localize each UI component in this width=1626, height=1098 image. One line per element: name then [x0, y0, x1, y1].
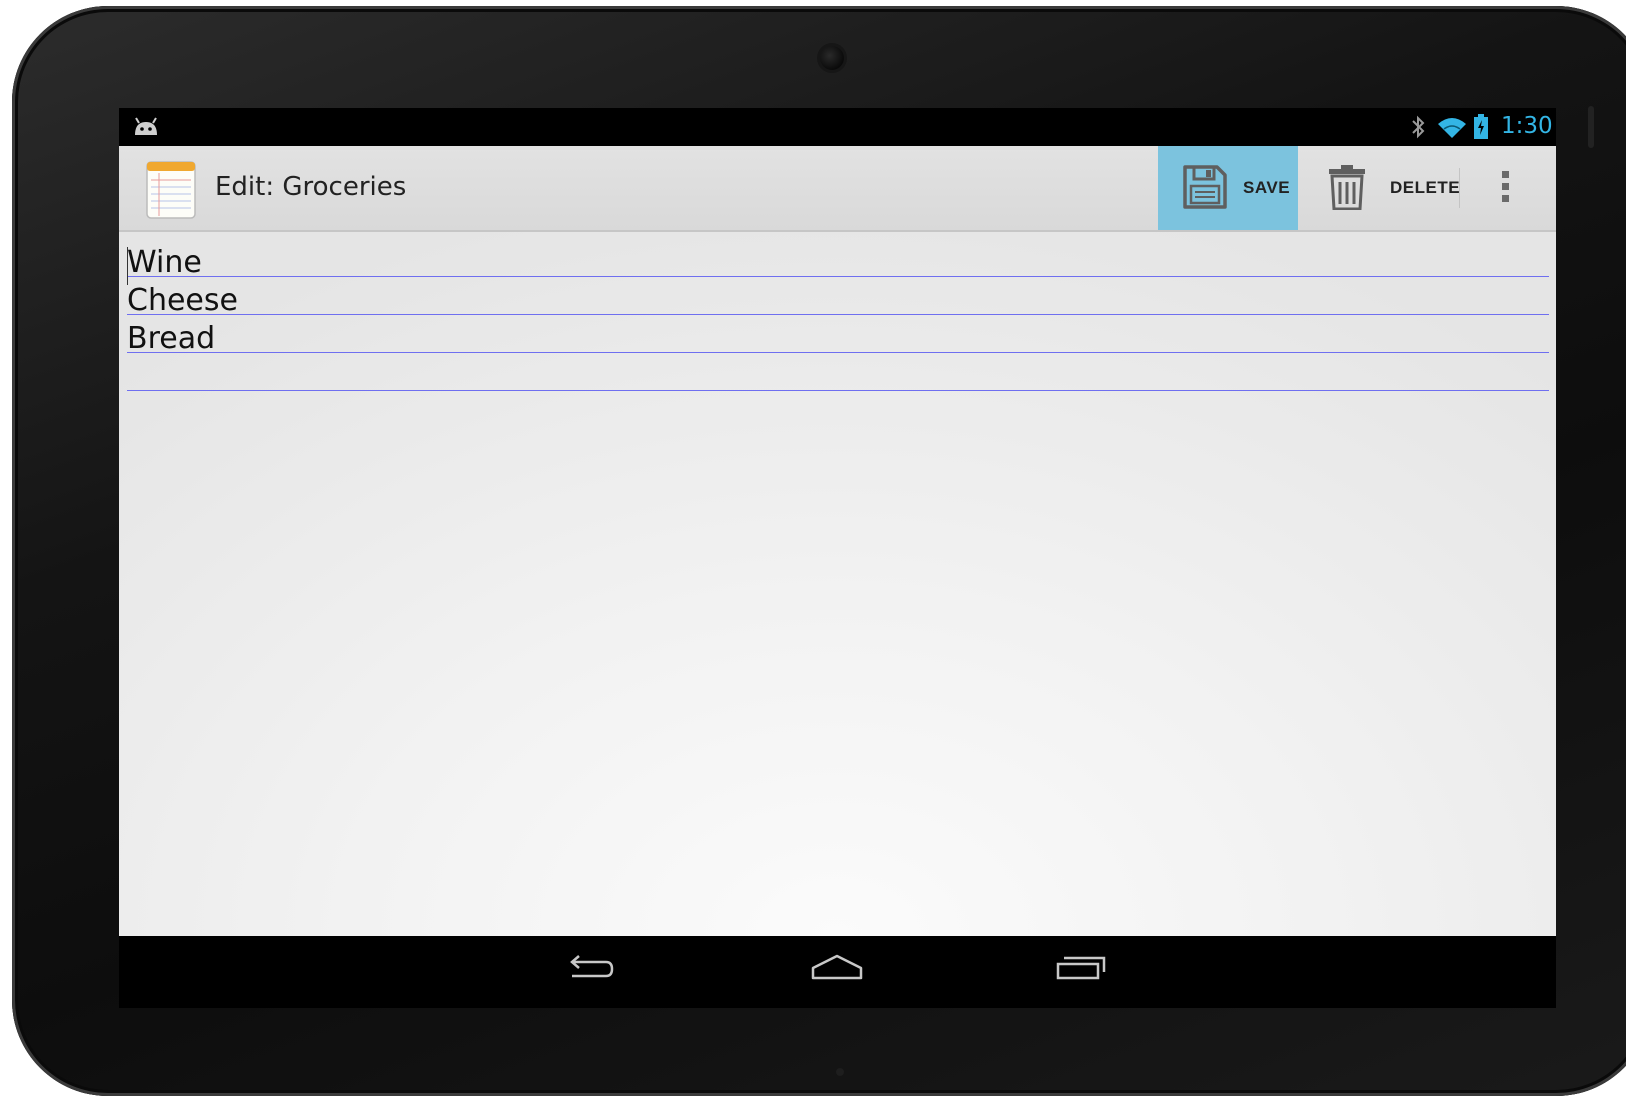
page-title: Edit: Groceries	[215, 172, 407, 202]
note-editor-app: Edit: Groceries SAVE DELETE Wine Cheese …	[119, 146, 1556, 936]
note-line-text: Wine	[127, 245, 202, 280]
notepad-icon[interactable]	[145, 158, 197, 225]
overflow-menu-icon	[1501, 170, 1511, 209]
note-line[interactable]: Cheese	[127, 278, 1549, 318]
battery-charging-icon	[1473, 114, 1489, 145]
status-bar: 1:30	[119, 108, 1556, 146]
bluetooth-icon	[1409, 115, 1427, 144]
action-bar: Edit: Groceries SAVE DELETE	[119, 146, 1556, 232]
screen: 1:30 Edit: Groceries SAVE DELETE Wine Ch…	[119, 108, 1556, 1008]
microphone	[836, 1068, 844, 1076]
note-line[interactable]: Wine	[127, 240, 1549, 285]
recents-icon[interactable]	[1054, 950, 1110, 995]
back-icon[interactable]	[564, 950, 616, 995]
save-label: SAVE	[1243, 178, 1291, 197]
delete-button[interactable]: DELETE	[1298, 146, 1461, 230]
tablet-frame: 1:30 Edit: Groceries SAVE DELETE Wine Ch…	[12, 6, 1626, 1096]
note-line[interactable]	[127, 354, 1549, 391]
save-floppy-icon	[1182, 164, 1228, 215]
android-icon	[132, 117, 160, 142]
navigation-bar	[119, 936, 1556, 1008]
overflow-menu-button[interactable]	[1475, 146, 1545, 230]
action-divider	[1459, 168, 1460, 208]
delete-label: DELETE	[1390, 178, 1461, 197]
note-line[interactable]: Bread	[127, 316, 1549, 356]
save-button[interactable]: SAVE	[1158, 146, 1298, 230]
note-line-text: Bread	[127, 321, 216, 356]
power-button	[1588, 106, 1594, 148]
note-text-area[interactable]: Wine Cheese Bread	[127, 240, 1549, 392]
wifi-icon	[1437, 117, 1467, 144]
trash-icon	[1327, 164, 1367, 215]
status-clock: 1:30	[1501, 113, 1553, 139]
home-icon[interactable]	[809, 950, 865, 995]
front-camera	[820, 46, 844, 70]
note-line-text: Cheese	[127, 283, 238, 318]
